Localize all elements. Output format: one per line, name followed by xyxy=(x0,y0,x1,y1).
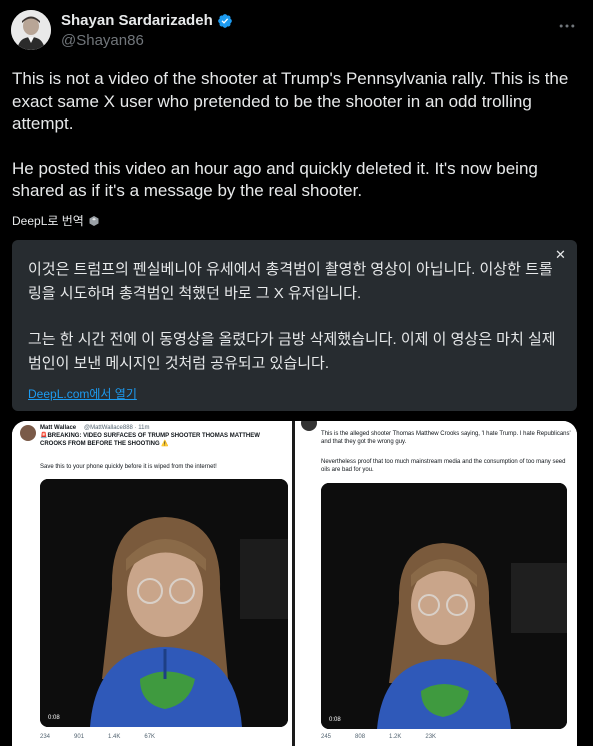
translate-button[interactable]: DeepL로 번역 xyxy=(12,212,100,229)
video-timestamp: 0:08 xyxy=(329,717,341,723)
author-handle[interactable]: @Shayan86 xyxy=(61,32,144,49)
translation-paragraph-2: 그는 한 시간 전에 이 동영상을 올렸다가 금방 삭제했습니다. 이제 이 영… xyxy=(28,331,556,372)
reply-count: 234 xyxy=(40,734,51,740)
embedded-video[interactable]: 0:08 xyxy=(40,479,288,727)
video-timestamp: 0:08 xyxy=(48,715,60,721)
close-icon[interactable]: ✕ xyxy=(555,248,567,261)
reply-count: 245 xyxy=(321,734,332,740)
translation-box: ✕ 이것은 트럼프의 펜실베니아 유세에서 총격범이 촬영한 영상이 아닙니다.… xyxy=(12,240,577,411)
media-image-left[interactable]: Matt Wallace @MattWallace888 · 11m 🚨BREA… xyxy=(12,421,292,746)
embedded-avatar xyxy=(301,421,317,431)
embedded-actions: 234 901 1.4K 67K xyxy=(40,734,155,740)
embedded-subtext: Nevertheless proof that too much mainstr… xyxy=(321,459,566,473)
translate-label: DeepL로 번역 xyxy=(12,214,84,228)
tweet-text: This is not a video of the shooter at Tr… xyxy=(12,68,577,203)
tweet-paragraph-1: This is not a video of the shooter at Tr… xyxy=(12,69,569,133)
embedded-handle: @MattWallace888 · 11m xyxy=(84,425,150,431)
tweet-paragraph-2: He posted this video an hour ago and qui… xyxy=(12,158,538,201)
view-count: 67K xyxy=(144,734,156,740)
media-image-right[interactable]: This is the alleged shooter Thomas Matth… xyxy=(295,421,577,746)
embedded-actions: 245 808 1.2K 23K xyxy=(321,734,436,740)
embedded-headline: 🚨BREAKING: VIDEO SURFACES OF TRUMP SHOOT… xyxy=(40,433,260,447)
open-deepl-link[interactable]: DeepL.com에서 열기 xyxy=(28,385,137,402)
author-avatar[interactable] xyxy=(11,10,51,50)
embedded-subtext: Save this to your phone quickly before i… xyxy=(40,464,217,470)
tweet-header: Shayan Sardarizadeh @Shayan86 xyxy=(11,10,583,54)
translation-paragraph-1: 이것은 트럼프의 펜실베니아 유세에서 총격범이 촬영한 영상이 아닙니다. 이… xyxy=(28,261,553,302)
verified-badge-icon xyxy=(217,13,232,28)
deepl-icon xyxy=(89,215,99,226)
embedded-video[interactable]: 0:08 xyxy=(321,483,567,729)
embedded-author: Matt Wallace xyxy=(40,425,77,431)
more-options-icon[interactable] xyxy=(557,16,577,36)
tweet-media[interactable]: Matt Wallace @MattWallace888 · 11m 🚨BREA… xyxy=(12,421,577,746)
view-count: 23K xyxy=(425,734,437,740)
embedded-avatar xyxy=(20,425,36,441)
repost-count: 808 xyxy=(355,734,366,740)
author-name[interactable]: Shayan Sardarizadeh xyxy=(61,12,213,29)
like-count: 1.2K xyxy=(389,734,402,740)
repost-count: 901 xyxy=(74,734,85,740)
embedded-headline: This is the alleged shooter Thomas Matth… xyxy=(321,431,571,445)
like-count: 1.4K xyxy=(108,734,121,740)
